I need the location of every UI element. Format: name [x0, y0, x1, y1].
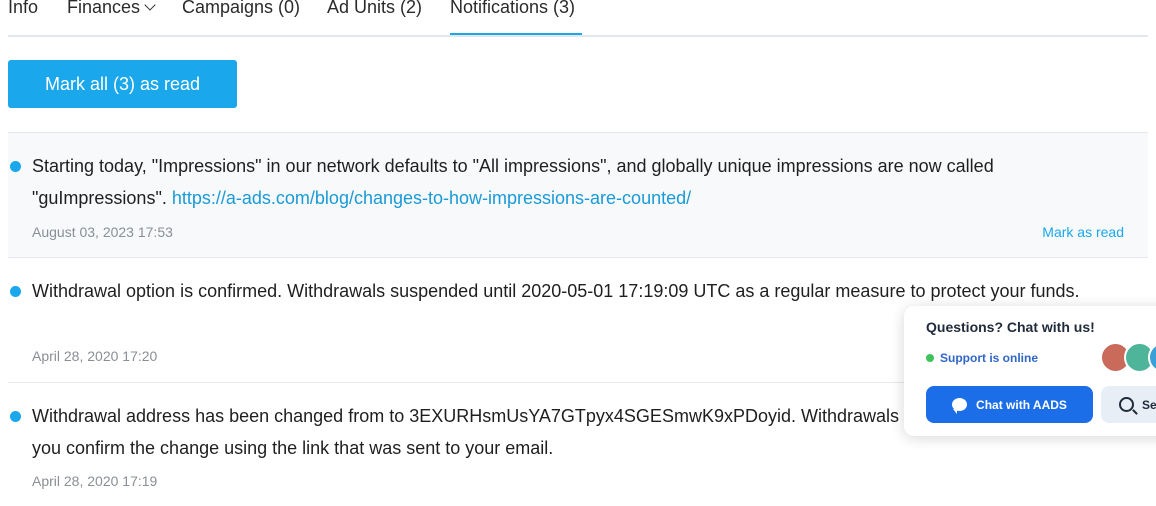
online-status-icon — [926, 354, 934, 362]
mark-all-read-button[interactable]: Mark all (3) as read — [8, 60, 237, 108]
tab-bar: Info Finances Campaigns (0) Ad Units (2)… — [8, 0, 1148, 37]
notification-date: April 28, 2020 17:20 — [32, 348, 158, 364]
chat-button-label: Chat with AADS — [976, 397, 1067, 412]
chat-bubble-icon — [952, 398, 968, 414]
notification-date: August 03, 2023 17:53 — [32, 224, 173, 240]
unread-dot-icon — [10, 411, 21, 422]
unread-dot-icon — [10, 161, 21, 172]
tab-finances[interactable]: Finances — [67, 0, 156, 33]
chat-widget: Questions? Chat with us! Support is onli… — [904, 306, 1156, 436]
tab-finances-label: Finances — [67, 0, 141, 17]
search-icon — [1119, 397, 1134, 412]
notification-message: Withdrawal option is confirmed. Withdraw… — [32, 275, 1088, 307]
mark-as-read-link[interactable]: Mark as read — [1042, 224, 1124, 240]
notification-link[interactable]: https://a-ads.com/blog/changes-to-how-im… — [172, 188, 691, 208]
unread-dot-icon — [10, 286, 21, 297]
notification-text: Withdrawal option is confirmed. Withdraw… — [32, 281, 1080, 301]
chat-with-aads-button[interactable]: Chat with AADS — [926, 386, 1093, 423]
page: Info Finances Campaigns (0) Ad Units (2)… — [0, 0, 1156, 506]
notification-message: Starting today, "Impressions" in our net… — [32, 150, 1088, 214]
notification-date: April 28, 2020 17:19 — [32, 473, 158, 489]
notification-item: Starting today, "Impressions" in our net… — [8, 132, 1148, 258]
chevron-down-icon — [144, 0, 156, 11]
search-button-label: Search — [1142, 397, 1156, 412]
support-status-label: Support is online — [940, 351, 1038, 365]
chat-widget-title: Questions? Chat with us! — [926, 319, 1095, 335]
tab-info[interactable]: Info — [8, 0, 38, 33]
tab-ad-units[interactable]: Ad Units (2) — [327, 0, 422, 33]
search-button[interactable]: Search — [1101, 386, 1156, 423]
tab-notifications[interactable]: Notifications (3) — [450, 0, 582, 35]
support-status: Support is online — [926, 351, 1038, 365]
tab-campaigns[interactable]: Campaigns (0) — [182, 0, 300, 33]
